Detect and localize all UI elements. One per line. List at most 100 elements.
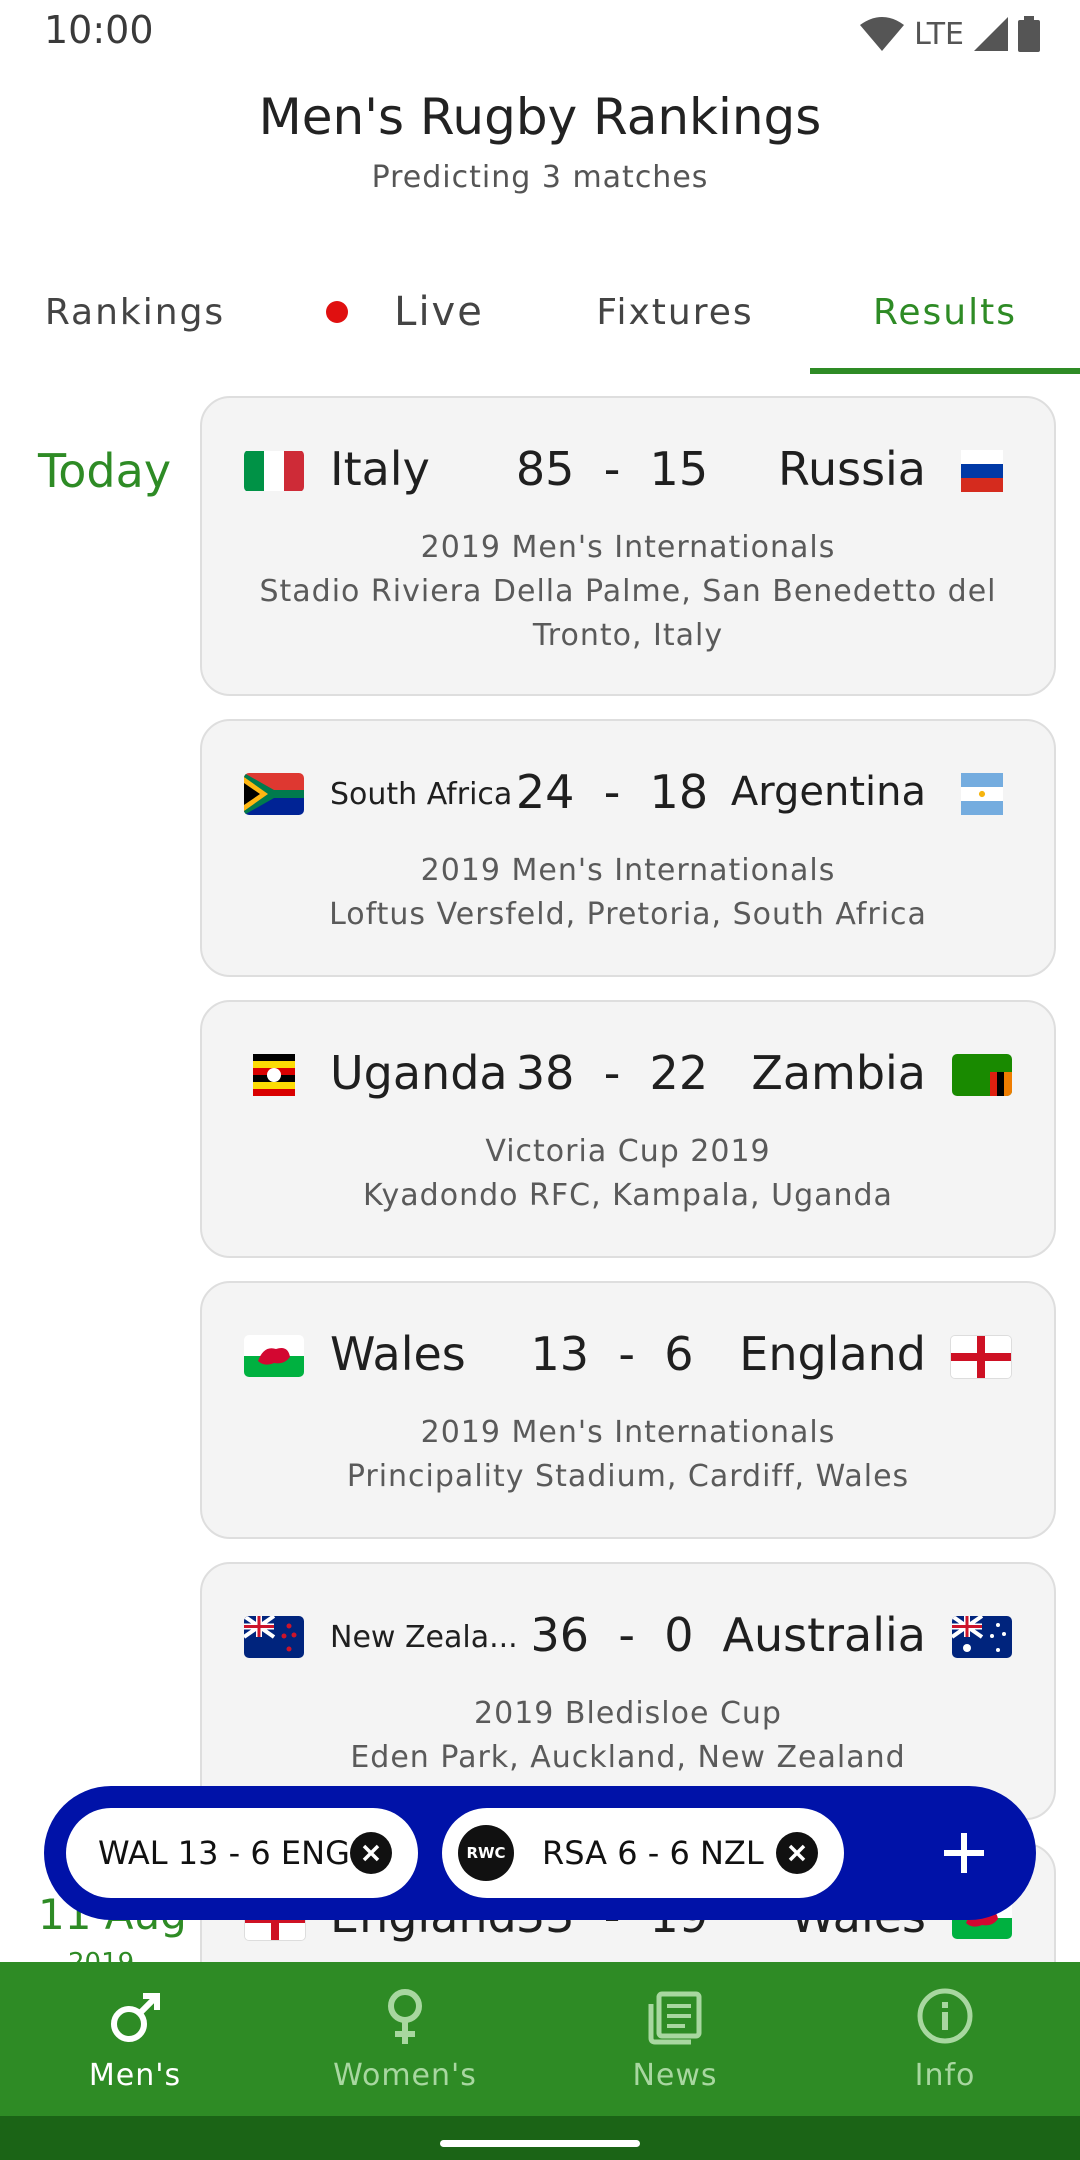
match-details: 2019 Men's Internationals Principality S… xyxy=(242,1411,1014,1499)
home-score: 85 xyxy=(515,442,575,496)
tab-bar: Rankings Live Fixtures Results xyxy=(0,250,1080,374)
match-details: 2019 Men's Internationals Loftus Versfel… xyxy=(242,849,1014,937)
page-title: Men's Rugby Rankings xyxy=(258,88,822,146)
home-gesture-handle[interactable] xyxy=(440,2140,640,2147)
predictions-bar: WAL 13 - 6 ENG RWC RSA 6 - 6 NZL xyxy=(44,1786,1036,1920)
home-score: 13 xyxy=(530,1327,590,1381)
venue: Kyadondo RFC, Kampala, Uganda xyxy=(363,1178,893,1213)
venue: Tronto, Italy xyxy=(532,618,724,653)
plus-icon[interactable] xyxy=(930,1819,998,1887)
home-team: South Africa xyxy=(330,777,513,812)
uganda-flag-icon xyxy=(244,1054,304,1096)
match-card[interactable]: Italy 85 - 15 Russia 2019 Men's Internat… xyxy=(200,396,1056,696)
battery-icon xyxy=(1018,16,1040,52)
england-flag-icon xyxy=(950,1335,1012,1379)
home-team: Italy xyxy=(330,442,430,496)
match-card[interactable]: Uganda 38 - 22 Zambia Victoria Cup 2019 … xyxy=(200,1000,1056,1258)
tab-rankings[interactable]: Rankings xyxy=(0,250,270,374)
news-icon xyxy=(648,1991,702,2045)
italy-flag-icon xyxy=(244,450,304,492)
page-subtitle: Predicting 3 matches xyxy=(371,160,709,195)
argentina-flag-icon xyxy=(952,773,1012,815)
network-type: LTE xyxy=(914,16,964,52)
match-card[interactable]: New Zeala... 36 - 0 Australia 2019 Bledi… xyxy=(200,1562,1056,1820)
wales-flag-icon xyxy=(244,1335,304,1377)
nav-label: Women's xyxy=(333,2058,477,2093)
prediction-label: RSA 6 - 6 NZL xyxy=(542,1834,764,1872)
competition-name: 2019 Bledisloe Cup xyxy=(474,1696,782,1731)
nav-info[interactable]: Info xyxy=(810,1962,1080,2116)
active-tab-indicator xyxy=(810,368,1080,374)
score: 24 - 18 xyxy=(502,765,722,819)
nav-label: Info xyxy=(914,2058,976,2093)
score: 38 - 22 xyxy=(502,1046,722,1100)
venue: Principality Stadium, Cardiff, Wales xyxy=(346,1459,910,1494)
female-icon xyxy=(388,1989,422,2044)
competition-name: Victoria Cup 2019 xyxy=(485,1134,771,1169)
competition-name: 2019 Men's Internationals xyxy=(420,853,836,888)
away-team: Australia xyxy=(722,1608,926,1662)
zambia-flag-icon xyxy=(952,1054,1012,1096)
prediction-chip[interactable]: WAL 13 - 6 ENG xyxy=(66,1808,418,1898)
score-separator: - xyxy=(603,765,621,819)
score-separator: - xyxy=(603,1046,621,1100)
close-icon[interactable] xyxy=(776,1832,818,1874)
south-africa-flag-icon xyxy=(244,773,304,815)
away-score: 22 xyxy=(649,1046,709,1100)
date-label-today: Today xyxy=(38,444,172,498)
tab-label: Fixtures xyxy=(596,291,754,333)
match-card[interactable]: Wales 13 - 6 England 2019 Men's Internat… xyxy=(200,1281,1056,1539)
australia-flag-icon xyxy=(952,1616,1012,1658)
competition-name: 2019 Men's Internationals xyxy=(420,530,836,565)
away-team: Zambia xyxy=(751,1046,926,1100)
away-score: 15 xyxy=(649,442,709,496)
score: 36 - 0 xyxy=(502,1608,722,1662)
match-details: Victoria Cup 2019 Kyadondo RFC, Kampala,… xyxy=(242,1130,1014,1218)
status-time: 10:00 xyxy=(44,8,154,52)
home-score: 36 xyxy=(530,1608,590,1662)
prediction-chip[interactable]: RWC RSA 6 - 6 NZL xyxy=(442,1808,844,1898)
away-team: England xyxy=(739,1327,926,1381)
tab-results[interactable]: Results xyxy=(810,250,1080,374)
tab-label: Results xyxy=(873,291,1017,333)
away-score: 18 xyxy=(649,765,709,819)
signal-icon xyxy=(974,17,1008,51)
score-separator: - xyxy=(603,442,621,496)
nav-mens[interactable]: Men's xyxy=(0,1962,270,2116)
away-score: 0 xyxy=(664,1608,694,1662)
tab-label: Live xyxy=(394,289,484,335)
rwc-logo-icon: RWC xyxy=(458,1825,514,1881)
live-indicator-icon xyxy=(326,301,349,323)
close-icon[interactable] xyxy=(350,1832,392,1874)
home-score: 38 xyxy=(515,1046,575,1100)
nav-news[interactable]: News xyxy=(540,1962,810,2116)
match-card[interactable]: South Africa 24 - 18 Argentina 2019 Men'… xyxy=(200,719,1056,977)
tab-label: Rankings xyxy=(44,291,226,333)
russia-flag-icon xyxy=(952,450,1012,492)
score-separator: - xyxy=(618,1327,635,1381)
status-bar: 10:00 LTE xyxy=(0,0,1080,64)
score-separator: - xyxy=(618,1608,635,1662)
away-team: Russia xyxy=(778,442,926,496)
status-icons: LTE xyxy=(860,14,1040,54)
nav-womens[interactable]: Women's xyxy=(270,1962,540,2116)
nav-label: News xyxy=(632,2058,718,2093)
away-score: 6 xyxy=(664,1327,694,1381)
venue: Eden Park, Auckland, New Zealand xyxy=(350,1740,906,1775)
away-team: Argentina xyxy=(730,769,926,815)
tab-live[interactable]: Live xyxy=(270,250,540,374)
new-zealand-flag-icon xyxy=(244,1616,304,1658)
gesture-bar xyxy=(0,2116,1080,2160)
competition-name: 2019 Men's Internationals xyxy=(420,1415,836,1450)
male-icon xyxy=(111,1993,160,2042)
home-team: Uganda xyxy=(330,1046,508,1100)
bottom-navigation: Men's Women's News Info xyxy=(0,1962,1080,2116)
venue: Stadio Riviera Della Palme, San Benedett… xyxy=(259,574,997,609)
tab-fixtures[interactable]: Fixtures xyxy=(540,250,810,374)
match-details: 2019 Bledisloe Cup Eden Park, Auckland, … xyxy=(242,1692,1014,1780)
score: 85 - 15 xyxy=(502,442,722,496)
home-team: Wales xyxy=(330,1327,466,1381)
match-details: 2019 Men's Internationals Stadio Riviera… xyxy=(242,526,1014,658)
home-score: 24 xyxy=(515,765,575,819)
home-team: New Zeala... xyxy=(330,1620,518,1655)
